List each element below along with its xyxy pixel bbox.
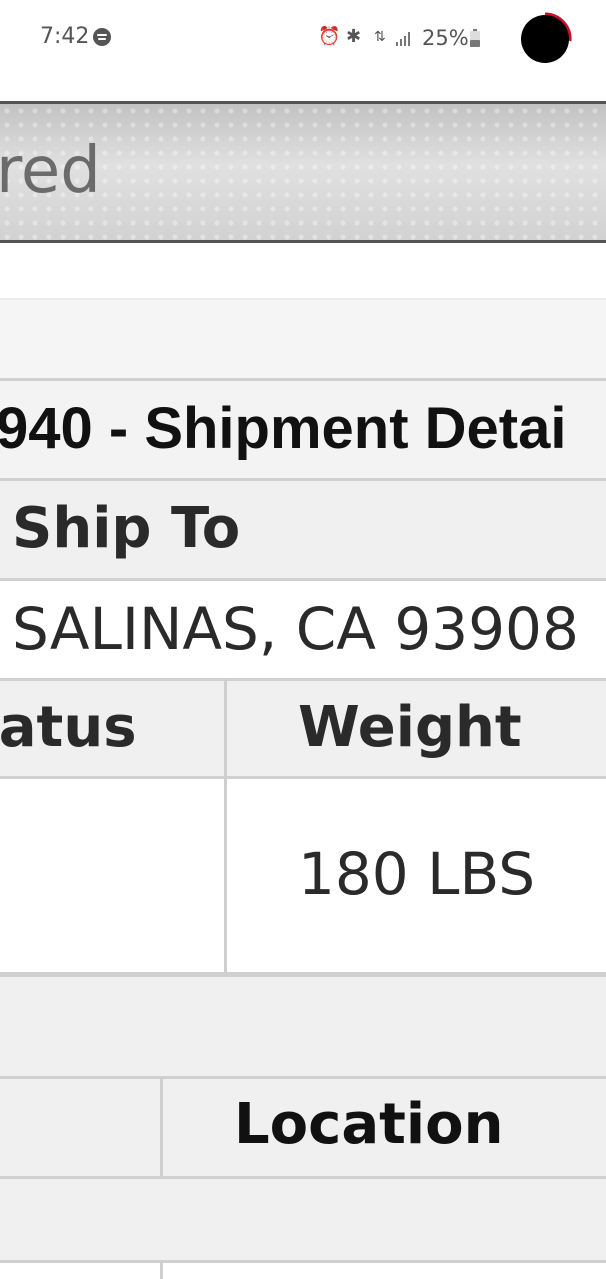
weight-column-header: Weight <box>298 695 522 760</box>
signal-icon <box>396 32 410 46</box>
status-bar <box>0 0 606 78</box>
spacer-row <box>0 298 606 378</box>
table-row <box>0 1260 606 1279</box>
ship-to-address: SALINAS, CA 93908 <box>12 595 579 663</box>
spotify-icon <box>93 28 111 46</box>
battery-icon <box>470 29 480 47</box>
battery-percent: 25% <box>422 26 469 50</box>
table-row <box>0 1176 606 1260</box>
banner-title: red <box>0 134 101 208</box>
status-time: 7:42 <box>40 24 90 49</box>
bluetooth-icon: ✱ <box>346 26 362 47</box>
column-divider <box>160 1076 163 1176</box>
section-separator <box>0 972 606 1076</box>
shipment-title: 940 - Shipment Detai <box>0 396 567 461</box>
weight-value: 180 LBS <box>298 840 536 908</box>
data-arrows-icon: ⇅ <box>374 29 386 45</box>
status-column-header: tatus <box>0 695 137 760</box>
ship-to-label: Ship To <box>12 496 241 561</box>
column-divider <box>160 1260 163 1279</box>
column-divider <box>224 678 227 972</box>
screen-record-icon[interactable] <box>521 15 569 63</box>
alarm-icon: ⏰ <box>318 26 341 47</box>
location-column-header: Location <box>234 1092 504 1157</box>
